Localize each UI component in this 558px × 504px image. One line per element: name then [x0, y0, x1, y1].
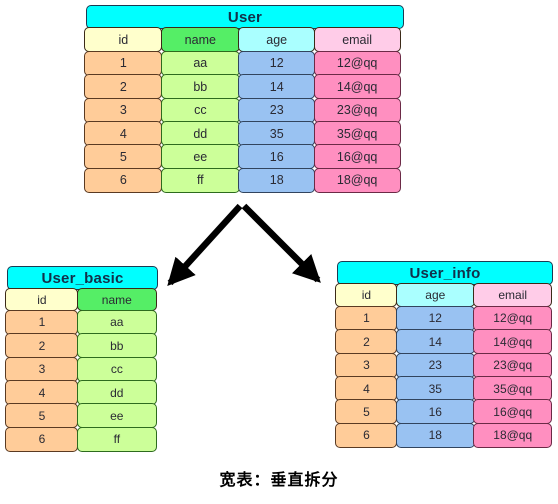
column-header-email: email — [313, 27, 401, 53]
arrow-to-user-info — [241, 203, 321, 283]
table-cell: 16@qq — [473, 399, 553, 425]
table-row: 2 14 14@qq — [335, 329, 553, 355]
table-cell: 14 — [395, 329, 475, 355]
diagram-caption: 宽表：垂直拆分 — [219, 470, 339, 489]
table-cell: 4 — [335, 376, 398, 402]
table-user-info-header-row: id age email — [335, 283, 553, 308]
table-user: User id name age email 1 aa 12 12@qq 2 bb 14 14… — [84, 5, 404, 193]
table-row: 4 dd 35 35@qq — [84, 121, 404, 147]
table-cell: 16 — [395, 399, 475, 425]
table-cell: 5 — [5, 403, 79, 429]
table-cell: 1 — [84, 50, 163, 76]
table-cell: 16@qq — [313, 144, 401, 170]
table-cell: 14@qq — [473, 329, 553, 355]
table-user-basic-header-row: id name — [5, 288, 158, 312]
table-cell: 23 — [238, 97, 316, 123]
table-cell: 35@qq — [473, 376, 553, 402]
table-row: 6 18 18@qq — [335, 422, 553, 448]
table-cell: 6 — [84, 167, 163, 193]
table-cell: dd — [76, 380, 157, 406]
table-user-title: User — [86, 5, 404, 29]
table-user-header-row: id name age email — [84, 27, 404, 53]
table-cell: 2 — [5, 333, 79, 359]
table-cell: 23@qq — [313, 97, 401, 123]
table-cell: 3 — [5, 356, 79, 382]
table-row: 2 bb — [5, 333, 158, 359]
table-cell: 5 — [335, 399, 398, 425]
diagram-canvas: User id name age email 1 aa 12 12@qq 2 bb 14 14… — [0, 0, 558, 504]
table-cell: 12@qq — [313, 50, 401, 76]
table-user-info: User_info id age email 1 12 12@qq 2 14 14@qq 3… — [335, 261, 553, 448]
table-cell: 1 — [335, 305, 398, 331]
table-cell: ff — [160, 167, 240, 193]
table-cell: 1 — [5, 309, 79, 335]
table-cell: dd — [160, 121, 240, 147]
table-row: 5 16 16@qq — [335, 399, 553, 425]
table-cell: aa — [160, 50, 240, 76]
arrow-to-user-basic — [167, 203, 243, 287]
table-row: 3 cc 23 23@qq — [84, 97, 404, 123]
table-row: 4 35 35@qq — [335, 376, 553, 402]
table-row: 6 ff — [5, 426, 158, 452]
table-cell: 2 — [84, 74, 163, 100]
table-cell: bb — [76, 333, 157, 359]
table-cell: 16 — [238, 144, 316, 170]
table-cell: 12 — [238, 50, 316, 76]
table-cell: 4 — [84, 121, 163, 147]
table-user-basic-body: 1 aa 2 bb 3 cc 4 dd 5 ee 6 ff — [5, 309, 158, 452]
table-cell: 4 — [5, 380, 79, 406]
table-cell: 35 — [395, 376, 475, 402]
column-header-name: name — [160, 27, 240, 53]
table-row: 2 bb 14 14@qq — [84, 74, 404, 100]
table-cell: 5 — [84, 144, 163, 170]
table-user-basic-title: User_basic — [7, 266, 158, 290]
table-cell: 18@qq — [473, 422, 553, 448]
table-user-basic: User_basic id name 1 aa 2 bb 3 cc 4 dd 5 ee 6 ff — [5, 266, 158, 452]
column-header-id: id — [84, 27, 163, 53]
table-cell: ee — [160, 144, 240, 170]
table-cell: 18 — [238, 167, 316, 193]
table-cell: 23 — [395, 352, 475, 378]
table-cell: cc — [76, 356, 157, 382]
table-user-info-title: User_info — [337, 261, 553, 285]
column-header-id: id — [5, 288, 79, 312]
table-cell: ff — [76, 426, 157, 452]
column-header-id: id — [335, 283, 398, 308]
table-user-body: 1 aa 12 12@qq 2 bb 14 14@qq 3 cc 23 23@qq 4 dd 35 35@qq… — [84, 50, 404, 193]
table-cell: 14@qq — [313, 74, 401, 100]
table-user-info-body: 1 12 12@qq 2 14 14@qq 3 23 23@qq 4 35 35@qq 5 16 16@qq… — [335, 305, 553, 448]
table-row: 4 dd — [5, 380, 158, 406]
table-row: 6 ff 18 18@qq — [84, 167, 404, 193]
table-cell: 12 — [395, 305, 475, 331]
table-row: 3 23 23@qq — [335, 352, 553, 378]
table-row: 5 ee 16 16@qq — [84, 144, 404, 170]
table-row: 1 aa 12 12@qq — [84, 50, 404, 76]
table-row: 1 12 12@qq — [335, 305, 553, 331]
table-cell: 2 — [335, 329, 398, 355]
table-row: 1 aa — [5, 309, 158, 335]
table-cell: bb — [160, 74, 240, 100]
table-cell: aa — [76, 309, 157, 335]
table-cell: cc — [160, 97, 240, 123]
table-cell: 18@qq — [313, 167, 401, 193]
table-cell: 3 — [84, 97, 163, 123]
table-row: 3 cc — [5, 356, 158, 382]
column-header-name: name — [76, 288, 157, 312]
table-cell: 18 — [395, 422, 475, 448]
table-cell: 35 — [238, 121, 316, 147]
table-cell: 3 — [335, 352, 398, 378]
table-cell: 6 — [335, 422, 398, 448]
table-row: 5 ee — [5, 403, 158, 429]
table-cell: 14 — [238, 74, 316, 100]
column-header-email: email — [473, 283, 553, 308]
table-cell: 35@qq — [313, 121, 401, 147]
table-cell: 23@qq — [473, 352, 553, 378]
column-header-age: age — [238, 27, 316, 53]
table-cell: 6 — [5, 426, 79, 452]
table-cell: 12@qq — [473, 305, 553, 331]
table-cell: ee — [76, 403, 157, 429]
column-header-age: age — [395, 283, 475, 308]
